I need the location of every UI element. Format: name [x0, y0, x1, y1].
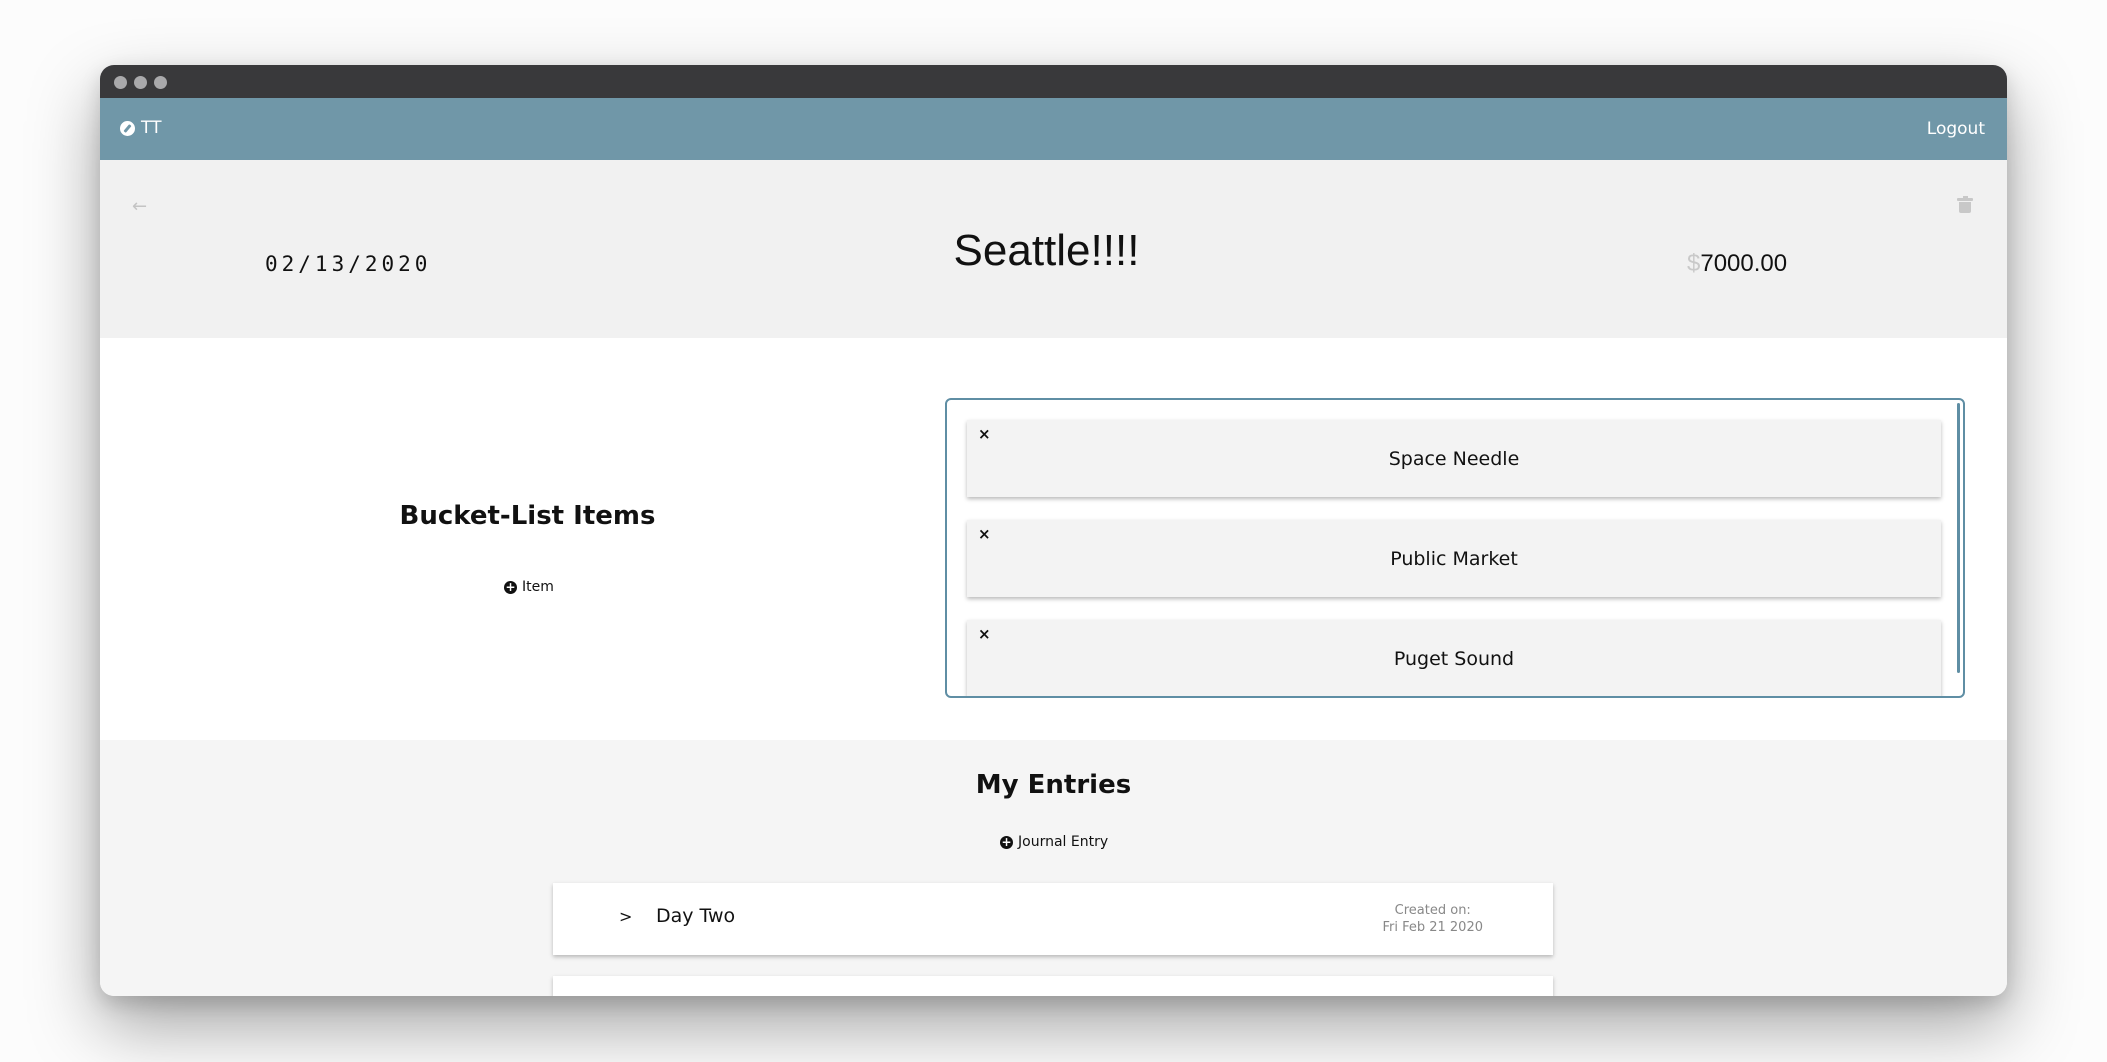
plus-circle-icon: + — [1000, 834, 1013, 849]
browser-window: TT Logout ← 02/13/2020 Seattle!!!! $7000… — [100, 65, 2007, 996]
add-entry-label: Journal Entry — [1018, 834, 1109, 850]
bucket-list-heading: Bucket-List Items — [399, 501, 656, 531]
bucket-item: × Puget Sound — [967, 620, 1941, 696]
trash-icon[interactable] — [1957, 196, 1973, 213]
bucket-item: × Space Needle — [967, 420, 1941, 497]
entry-title: Day Two — [656, 905, 736, 927]
brand-link[interactable]: TT — [120, 118, 161, 138]
bucket-item-label: Puget Sound — [1393, 648, 1515, 670]
trip-header: ← 02/13/2020 Seattle!!!! $7000.00 — [100, 160, 2007, 338]
created-date: Fri Feb 21 2020 — [1382, 920, 1483, 935]
expand-chevron-icon[interactable]: > — [619, 907, 632, 926]
journal-entry-row[interactable]: > Day Two Created on: Fri Feb 21 2020 — [553, 883, 1553, 955]
back-arrow-icon[interactable]: ← — [132, 196, 147, 217]
budget-value: 7000.00 — [1700, 250, 1788, 277]
remove-item-icon[interactable]: × — [978, 525, 991, 543]
bucket-list-container[interactable]: × Space Needle × Public Market × Puget S… — [945, 398, 1965, 698]
bucket-item-label: Space Needle — [1388, 448, 1520, 470]
maximize-window-button[interactable] — [154, 76, 167, 89]
created-label: Created on: — [1394, 903, 1471, 918]
bucket-list-scrollbar[interactable] — [1957, 403, 1960, 673]
plus-circle-icon: + — [504, 579, 517, 594]
add-journal-entry-button[interactable]: + Journal Entry — [1000, 834, 1108, 850]
remove-item-icon[interactable]: × — [978, 425, 991, 443]
add-item-label: Item — [522, 579, 554, 595]
bucket-list-section: Bucket-List Items + Item × Space Needle … — [100, 338, 2007, 740]
minimize-window-button[interactable] — [134, 76, 147, 89]
brand-label: TT — [141, 118, 162, 138]
entries-heading: My Entries — [975, 770, 1132, 800]
trip-budget: $7000.00 — [1687, 250, 1787, 278]
add-item-button[interactable]: + Item — [504, 579, 554, 595]
close-window-button[interactable] — [114, 76, 127, 89]
window-titlebar — [100, 65, 2007, 98]
bucket-item: × Public Market — [967, 520, 1941, 597]
compass-icon — [120, 120, 135, 136]
entry-created: Created on: Fri Feb 21 2020 — [1382, 902, 1483, 936]
top-navbar: TT Logout — [100, 98, 2007, 160]
remove-item-icon[interactable]: × — [978, 625, 991, 643]
currency-symbol: $ — [1687, 250, 1701, 277]
journal-entry-row[interactable] — [553, 976, 1553, 996]
entries-section: My Entries + Journal Entry > Day Two Cre… — [100, 740, 2007, 996]
logout-link[interactable]: Logout — [1927, 119, 1985, 139]
bucket-item-label: Public Market — [1390, 548, 1518, 570]
